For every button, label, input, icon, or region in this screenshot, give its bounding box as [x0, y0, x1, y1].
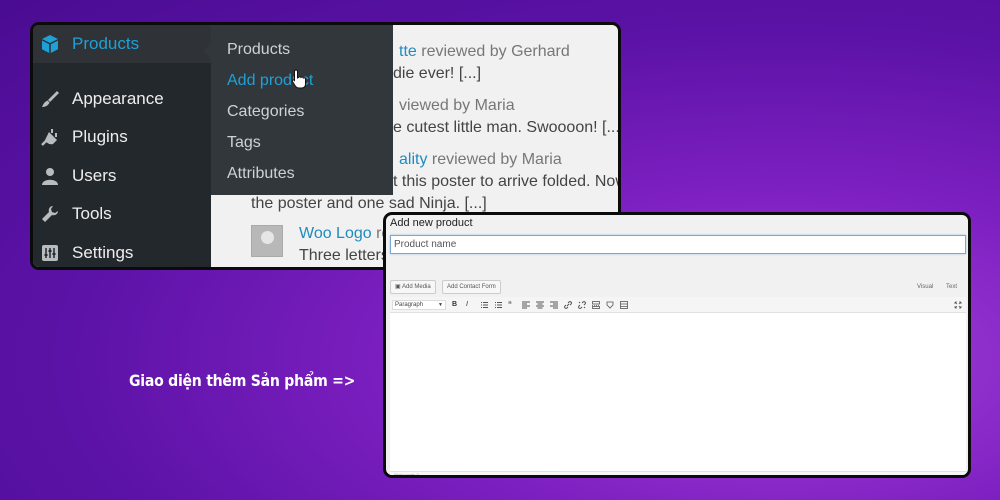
sidebar-item-settings[interactable]: Settings: [33, 234, 211, 267]
caption-text: Giao diện thêm Sản phẩm =>: [129, 371, 356, 390]
hand-cursor-icon: [291, 69, 306, 89]
bullet-list-icon[interactable]: [480, 301, 488, 309]
sidebar-item-appearance[interactable]: Appearance: [33, 80, 211, 118]
tab-text[interactable]: Text: [946, 284, 957, 290]
editor-content-area[interactable]: [390, 313, 966, 471]
add-product-screenshot: Add new product Product name ▣ Add Media…: [383, 212, 971, 478]
review-text: t this poster to arrive folded. Now: [393, 173, 621, 190]
add-media-button[interactable]: ▣ Add Media: [390, 280, 436, 294]
align-left-icon[interactable]: [522, 301, 530, 309]
review-text: die ever! [...]: [393, 65, 482, 82]
review-product-link[interactable]: Woo Logo: [299, 225, 372, 242]
products-submenu: Products Add product Categories Tags Att…: [203, 25, 393, 195]
chevron-down-icon: ▼: [438, 302, 443, 308]
format-select[interactable]: Paragraph ▼: [392, 300, 446, 310]
word-count-footer: Word count: 0: [390, 471, 966, 475]
align-right-icon[interactable]: [550, 301, 558, 309]
add-contact-form-button[interactable]: Add Contact Form: [442, 280, 501, 294]
read-more-icon[interactable]: [592, 301, 600, 309]
sidebar-item-tools[interactable]: Tools: [33, 195, 211, 233]
product-name-input[interactable]: Product name: [390, 235, 966, 254]
avatar: [251, 225, 283, 257]
wrench-icon: [39, 204, 61, 224]
fullscreen-toggle-icon[interactable]: [606, 301, 614, 309]
distraction-free-icon[interactable]: [954, 301, 962, 309]
link-icon[interactable]: [564, 301, 572, 309]
sidebar-item-label: Products: [72, 34, 140, 53]
sidebar-item-label: Appearance: [72, 89, 164, 108]
sidebar-item-label: Tools: [72, 204, 112, 223]
sliders-icon: [39, 243, 61, 263]
sidebar-item-users[interactable]: Users: [33, 157, 211, 195]
submenu-item-attributes[interactable]: Attributes: [211, 161, 393, 192]
review-text: the poster and one sad Ninja. [...]: [251, 195, 487, 212]
review-meta: viewed by Maria: [399, 97, 515, 114]
sidebar-item-products[interactable]: Products: [33, 25, 211, 63]
align-center-icon[interactable]: [536, 301, 544, 309]
sidebar-item-label: Users: [72, 166, 117, 185]
italic-button[interactable]: I: [466, 301, 474, 309]
review-text: Three letters: [299, 247, 389, 264]
camera-icon: ▣: [395, 284, 401, 290]
submenu-item-products[interactable]: Products: [211, 37, 393, 68]
sidebar-item-plugins[interactable]: Plugins: [33, 118, 211, 156]
editor-toolbar: Paragraph ▼ B I “: [390, 297, 966, 313]
plug-icon: [39, 127, 61, 147]
review-meta: reviewed by Maria: [427, 151, 562, 168]
box-icon: [39, 34, 61, 54]
review-product-link[interactable]: ality: [399, 151, 427, 168]
numbered-list-icon[interactable]: [494, 301, 502, 309]
bold-button[interactable]: B: [452, 301, 460, 309]
review-product-link[interactable]: tte: [399, 43, 417, 60]
unlink-icon[interactable]: [578, 301, 586, 309]
user-icon: [39, 166, 61, 186]
page-title: Add new product: [390, 217, 473, 229]
add-media-label: Add Media: [402, 284, 431, 290]
tab-visual[interactable]: Visual: [917, 284, 933, 290]
paintbrush-icon: [39, 89, 61, 109]
format-select-value: Paragraph: [395, 302, 424, 308]
admin-sidebar: Products Appearance Plugins Users Tools: [33, 25, 211, 267]
review-meta: reviewed by Gerhard: [416, 43, 570, 60]
sidebar-item-label: Settings: [72, 243, 134, 262]
toolbar-toggle-icon[interactable]: [620, 301, 628, 309]
submenu-item-categories[interactable]: Categories: [211, 99, 393, 130]
submenu-item-tags[interactable]: Tags: [211, 130, 393, 161]
review-text: e cutest little man. Swoooon! [...]: [393, 119, 621, 136]
blockquote-icon[interactable]: “: [508, 301, 516, 309]
sidebar-item-label: Plugins: [72, 127, 128, 146]
